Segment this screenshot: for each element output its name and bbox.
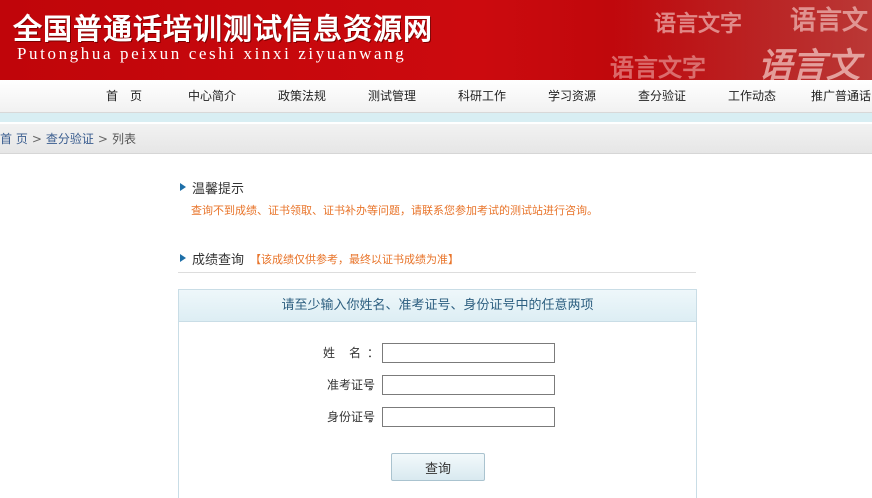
nav-item-resources[interactable]: 学习资源 xyxy=(548,80,596,113)
notice-heading: 温馨提示 xyxy=(180,178,244,198)
nav-item-research[interactable]: 科研工作 xyxy=(458,80,506,113)
nav-item-policy[interactable]: 政策法规 xyxy=(278,80,326,113)
nav-item-about[interactable]: 中心简介 xyxy=(188,80,236,113)
site-subtitle: Putonghua peixun ceshi xinxi ziyuanwang xyxy=(17,44,407,63)
nav-item-home[interactable]: 首页 xyxy=(106,80,154,113)
section-divider xyxy=(178,272,696,273)
notice-text: 查询不到成绩、证书领取、证书补办等问题，请联系您参加考试的测试站进行咨询。 xyxy=(191,204,598,217)
score-heading-label: 成绩查询 xyxy=(192,253,245,268)
nav-item-promote[interactable]: 推广普通话 xyxy=(811,80,871,113)
id-number-field[interactable] xyxy=(382,407,555,427)
banner-decor-text: 语言文字 xyxy=(610,53,706,80)
banner-decor-text: 语言文 xyxy=(758,46,860,80)
ticket-row: 准考证号 ： xyxy=(179,374,698,396)
breadcrumb-section-link[interactable]: 查分验证 xyxy=(46,132,94,146)
name-field[interactable] xyxy=(382,343,555,363)
breadcrumb-separator: > xyxy=(31,132,42,146)
triangle-marker-icon xyxy=(180,182,186,191)
nav-item-test-management[interactable]: 测试管理 xyxy=(368,80,416,113)
breadcrumb-current: 列表 xyxy=(111,132,136,146)
nav-item-news[interactable]: 工作动态 xyxy=(728,80,776,113)
query-panel: 请至少输入你姓名、准考证号、身份证号中的任意两项 姓名 ： 准考证号 ： 身份证… xyxy=(178,289,697,498)
id-colon: ： xyxy=(367,410,380,424)
banner-decor-text: 语言文 xyxy=(790,6,869,36)
breadcrumb: 首 页 > 查分验证 > 列表 xyxy=(0,124,136,154)
name-colon: ： xyxy=(367,346,380,360)
banner-decor-text: 语言文字 xyxy=(654,11,743,37)
breadcrumb-home-link[interactable]: 首 页 xyxy=(0,132,28,146)
id-row: 身份证号 ： xyxy=(179,406,698,428)
query-instruction: 请至少输入你姓名、准考证号、身份证号中的任意两项 xyxy=(179,290,696,322)
main-nav: 首页 中心简介 政策法规 测试管理 科研工作 学习资源 查分验证 工作动态 推广… xyxy=(0,80,872,113)
breadcrumb-bar: 首 页 > 查分验证 > 列表 xyxy=(0,124,872,154)
query-button[interactable]: 查询 xyxy=(391,453,485,481)
ticket-number-field[interactable] xyxy=(382,375,555,395)
breadcrumb-separator: > xyxy=(97,132,108,146)
notice-heading-label: 温馨提示 xyxy=(192,182,245,197)
name-row: 姓名 ： xyxy=(179,342,698,364)
ticket-colon: ： xyxy=(367,378,380,392)
nav-divider-stripe xyxy=(0,113,872,122)
site-title: 全国普通话培训测试信息资源网 xyxy=(13,12,434,46)
score-disclaimer: 【该成绩仅供参考，最终以证书成绩为准】 xyxy=(250,252,460,266)
triangle-marker-icon xyxy=(180,253,186,262)
score-heading: 成绩查询 【该成绩仅供参考，最终以证书成绩为准】 xyxy=(180,249,459,269)
site-banner: 语言文字 语言文 语言文字 语言文 全国普通话培训测试信息资源网 Putongh… xyxy=(0,0,872,80)
nav-item-score-verify[interactable]: 查分验证 xyxy=(638,80,686,113)
